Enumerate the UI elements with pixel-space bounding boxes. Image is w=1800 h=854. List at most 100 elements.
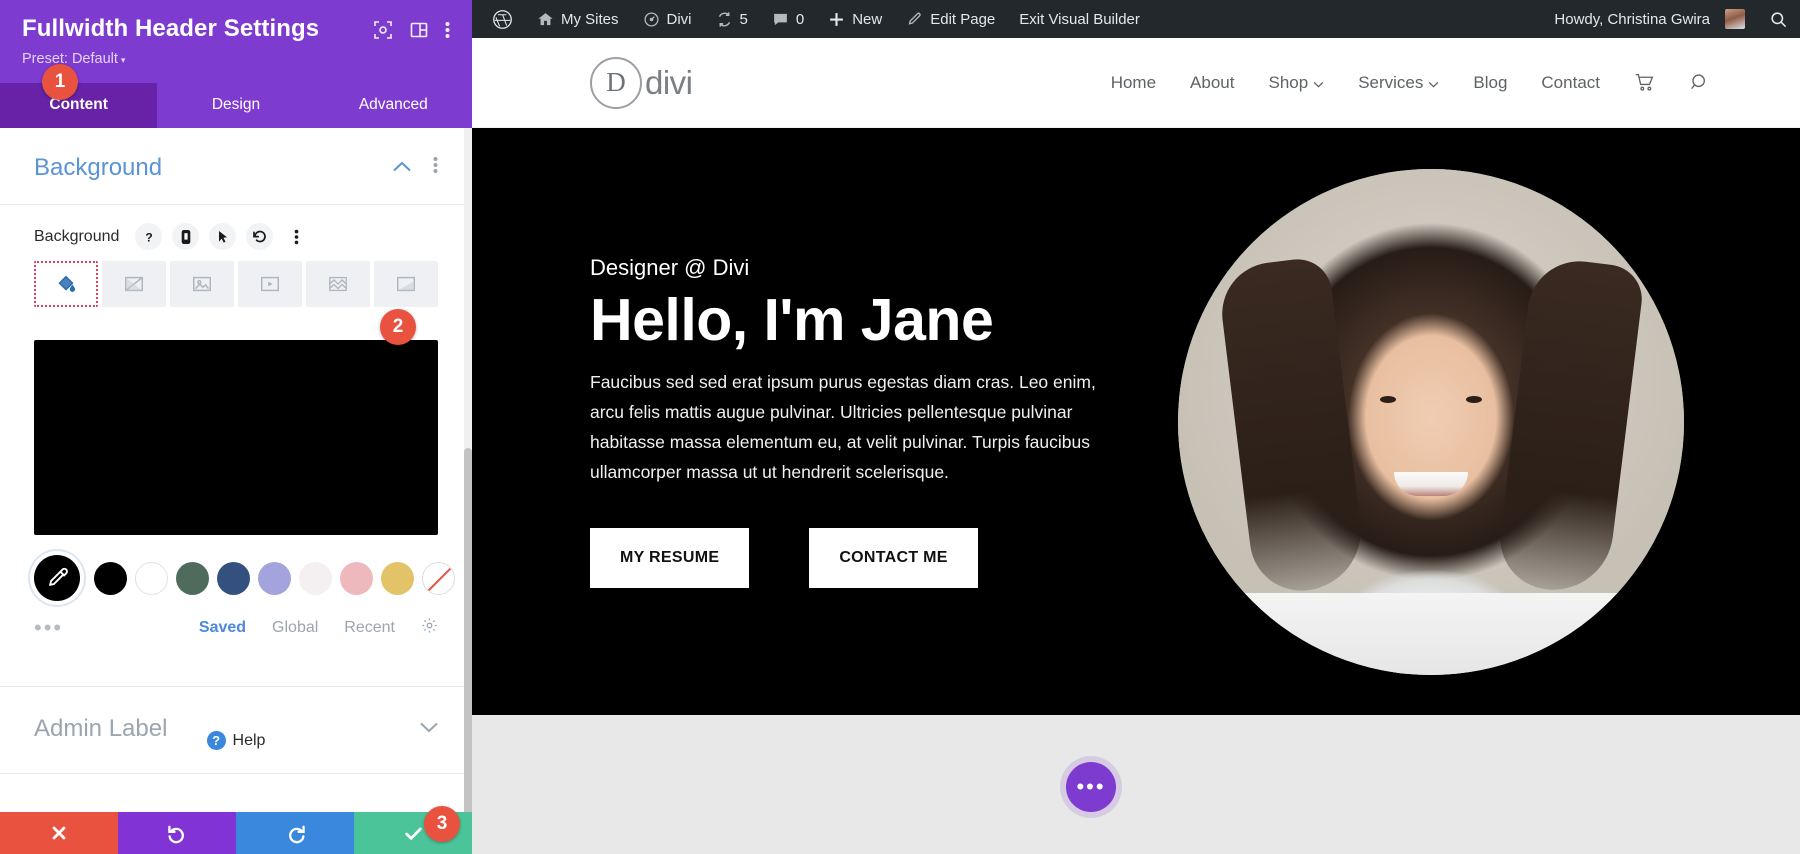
settings-panel-body: Background Background ? ••• Saved Global… xyxy=(0,128,472,812)
swatch-meta-row: ••• Saved Global Recent xyxy=(0,601,472,639)
edit-page-label: Edit Page xyxy=(930,10,996,28)
swatch-white[interactable] xyxy=(135,561,168,595)
preset-selector[interactable]: Preset: Default ▾ xyxy=(22,51,450,83)
swatch-transparent[interactable] xyxy=(422,561,455,595)
hero-portrait-image xyxy=(1178,168,1684,675)
background-field: Background ? xyxy=(0,205,472,307)
divi-label: Divi xyxy=(666,10,692,28)
chevron-down-icon xyxy=(1428,73,1439,93)
focus-icon[interactable] xyxy=(373,20,393,45)
howdy-label: Howdy, Christina Gwira xyxy=(1554,10,1710,28)
swatch-navy[interactable] xyxy=(217,561,250,595)
swatch-periwinkle[interactable] xyxy=(258,561,291,595)
swatch-green[interactable] xyxy=(176,561,209,595)
swatch-offwhite[interactable] xyxy=(299,561,332,595)
howdy-user-menu[interactable]: Howdy, Christina Gwira xyxy=(1542,0,1757,38)
background-mask-tab[interactable] xyxy=(374,261,438,307)
new-content-menu[interactable]: New xyxy=(816,0,894,38)
chevron-down-icon: ▾ xyxy=(120,55,126,65)
divi-menu[interactable]: Divi xyxy=(631,0,704,38)
tab-content[interactable]: Content xyxy=(0,83,158,128)
color-picker-eyedropper[interactable] xyxy=(34,555,80,601)
section-title: Background xyxy=(34,154,163,181)
fullwidth-header-module[interactable]: Designer @ Divi Hello, I'm Jane Faucibus… xyxy=(472,128,1800,715)
vertical-dots-icon[interactable] xyxy=(433,155,438,181)
comments-menu[interactable]: 0 xyxy=(760,0,816,38)
swatch-tab-global[interactable]: Global xyxy=(272,619,318,637)
vertical-dots-icon[interactable] xyxy=(283,223,310,250)
my-resume-button[interactable]: MY RESUME xyxy=(590,527,750,588)
nav-label: Shop xyxy=(1268,72,1309,92)
settings-header-actions xyxy=(373,16,450,45)
background-section-header[interactable]: Background xyxy=(0,128,472,205)
swatch-pink[interactable] xyxy=(340,561,373,595)
color-swatch-row xyxy=(0,535,472,601)
nav-label: Contact xyxy=(1541,72,1600,92)
gear-icon[interactable] xyxy=(421,617,438,639)
background-field-label-row: Background ? xyxy=(34,223,438,250)
wordpress-logo-icon[interactable] xyxy=(480,0,525,38)
swatch-tab-recent[interactable]: Recent xyxy=(344,619,395,637)
background-video-tab[interactable] xyxy=(238,261,302,307)
admin-label-section[interactable]: Admin Label xyxy=(0,686,472,774)
shopping-cart-icon[interactable] xyxy=(1634,72,1655,93)
contact-me-button[interactable]: CONTACT ME xyxy=(809,527,978,588)
my-sites-menu[interactable]: My Sites xyxy=(525,0,631,38)
divi-logo-word: divi xyxy=(645,63,693,101)
hover-cursor-icon[interactable] xyxy=(209,223,237,250)
chevron-up-icon[interactable] xyxy=(393,159,411,177)
exit-visual-builder-label: Exit Visual Builder xyxy=(1019,10,1140,28)
nav-item-contact[interactable]: Contact xyxy=(1541,73,1600,93)
exit-visual-builder[interactable]: Exit Visual Builder xyxy=(1007,0,1152,38)
help-row[interactable]: ? Help xyxy=(0,731,472,750)
background-image-tab[interactable] xyxy=(170,261,234,307)
new-label: New xyxy=(852,10,883,28)
background-gradient-tab[interactable] xyxy=(102,261,166,307)
tab-advanced[interactable]: Advanced xyxy=(314,83,472,128)
background-pattern-tab[interactable] xyxy=(306,261,370,307)
hero-subhead: Designer @ Divi xyxy=(590,255,750,281)
hero-title: Hello, I'm Jane xyxy=(590,287,994,354)
edit-page-menu[interactable]: Edit Page xyxy=(894,0,1007,38)
help-icon[interactable]: ? xyxy=(135,223,163,250)
preset-label: Preset: Default xyxy=(22,51,118,67)
swatch-tab-saved[interactable]: Saved xyxy=(199,619,246,637)
nav-item-home[interactable]: Home xyxy=(1111,73,1156,93)
chevron-down-icon xyxy=(1313,73,1324,93)
background-color-preview[interactable] xyxy=(34,340,438,535)
nav-item-blog[interactable]: Blog xyxy=(1473,73,1507,93)
undo-button[interactable] xyxy=(118,812,236,854)
site-header: D divi Home About Shop Services Blog Con… xyxy=(472,38,1800,128)
nav-item-services[interactable]: Services xyxy=(1358,73,1439,93)
layout-columns-icon[interactable] xyxy=(409,20,429,45)
nav-label: About xyxy=(1190,72,1235,92)
nav-label: Services xyxy=(1358,72,1424,92)
settings-panel-scrollbar[interactable] xyxy=(464,128,472,812)
vertical-dots-icon[interactable] xyxy=(445,20,450,45)
hero-body-text: Faucibus sed sed erat ipsum purus egesta… xyxy=(590,372,1096,483)
hero-content: Designer @ Divi Hello, I'm Jane Faucibus… xyxy=(590,255,1110,588)
page-settings-fab[interactable]: ••• xyxy=(1066,762,1116,812)
help-icon: ? xyxy=(206,731,226,750)
background-color-tab[interactable] xyxy=(34,261,98,307)
responsive-phone-icon[interactable] xyxy=(172,223,200,250)
divi-logo[interactable]: D divi xyxy=(590,56,693,109)
search-icon[interactable] xyxy=(1757,0,1800,38)
comments-count: 0 xyxy=(795,10,805,28)
reset-icon[interactable] xyxy=(246,223,274,250)
tab-design[interactable]: Design xyxy=(157,83,315,128)
divi-logo-mark: D xyxy=(590,56,642,109)
swatch-gold[interactable] xyxy=(381,561,414,595)
nav-item-shop[interactable]: Shop xyxy=(1268,73,1324,93)
swatch-black[interactable] xyxy=(94,561,127,595)
callout-badge-3: 3 xyxy=(424,806,460,842)
nav-item-about[interactable]: About xyxy=(1190,73,1234,93)
redo-button[interactable] xyxy=(236,812,354,854)
site-navigation: Home About Shop Services Blog Contact xyxy=(1111,72,1710,93)
updates-menu[interactable]: 5 xyxy=(704,0,760,38)
search-icon[interactable] xyxy=(1689,72,1710,93)
more-options-dots[interactable]: ••• xyxy=(34,617,173,639)
wordpress-admin-bar: My Sites Divi 5 0 New Edit Page Exit Vis… xyxy=(472,0,1800,38)
cancel-button[interactable] xyxy=(0,812,118,854)
avatar xyxy=(1725,9,1745,29)
